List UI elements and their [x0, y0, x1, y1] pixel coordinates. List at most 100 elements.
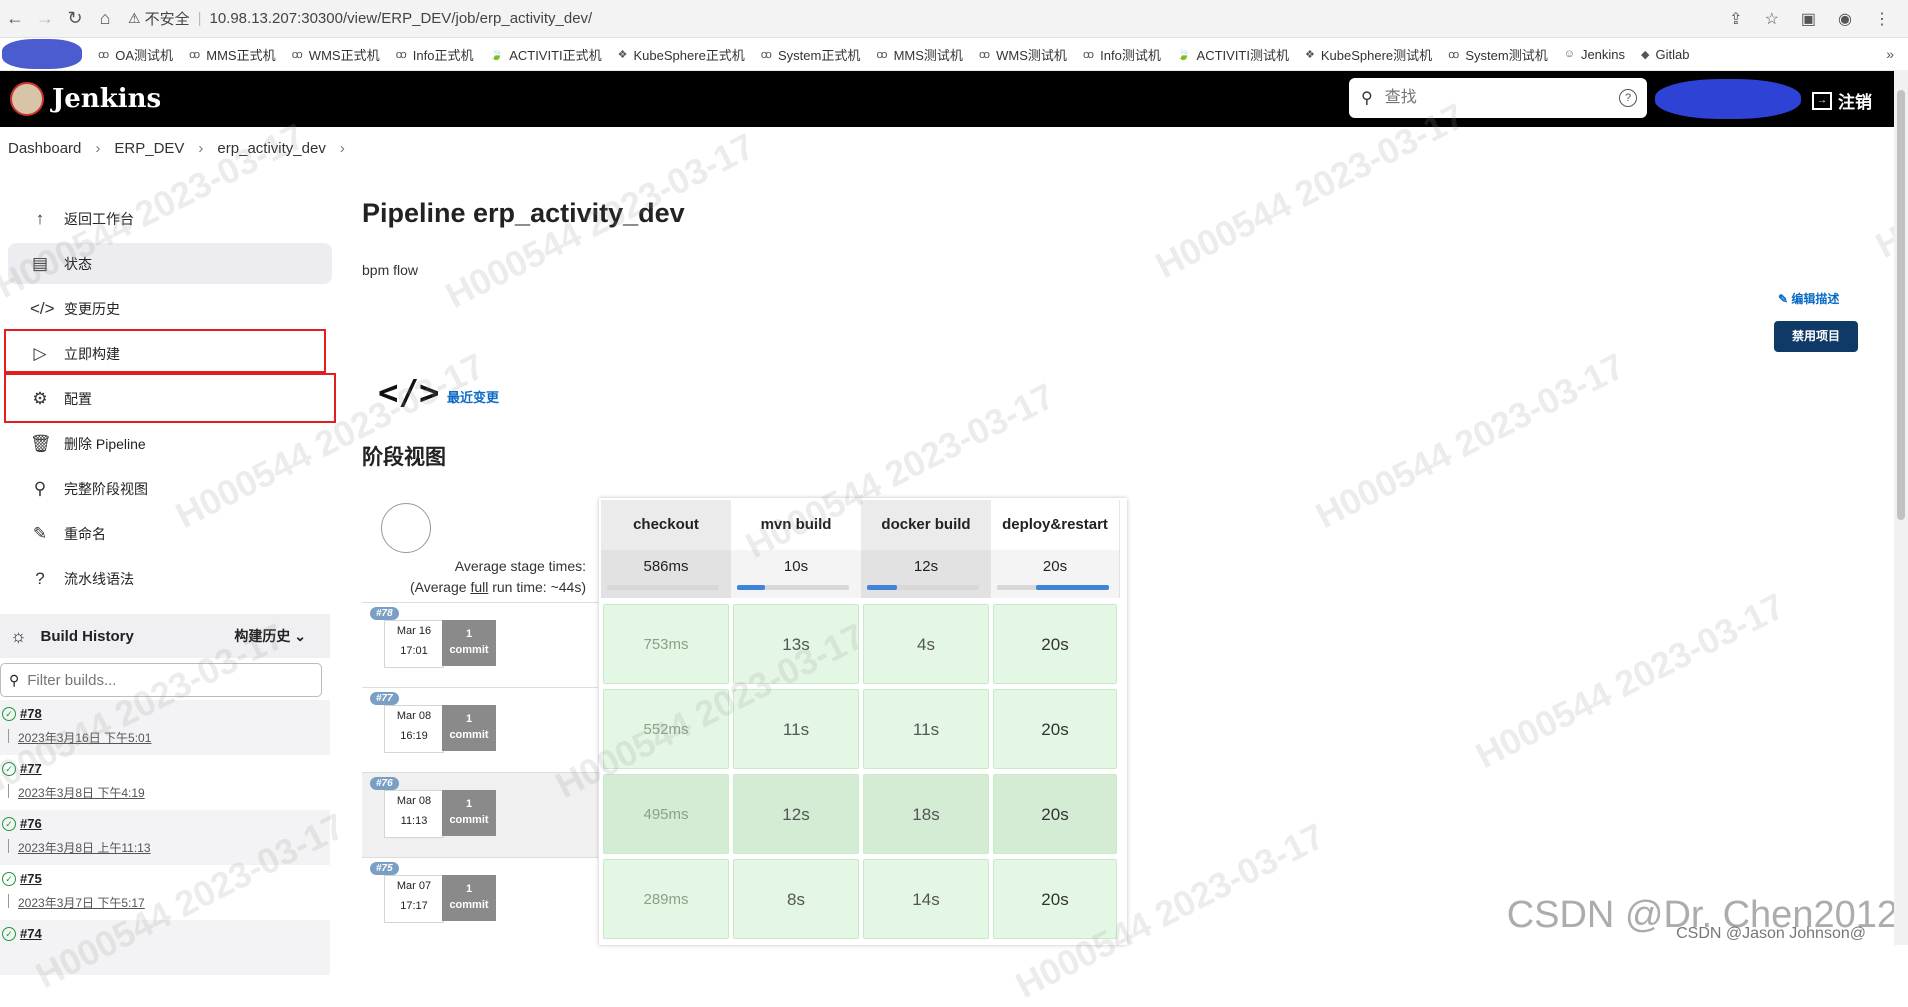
bookmark-icon: ❖: [617, 48, 628, 61]
bookmark-item[interactable]: ❖ KubeSphere正式机: [618, 45, 745, 64]
bookmark-label: ACTIVITI测试机: [1196, 47, 1289, 63]
sidebar-item-pipeline-syntax[interactable]: ? 流水线语法: [8, 558, 332, 599]
bookmark-label: Info测试机: [1100, 47, 1161, 63]
build-number-link[interactable]: #76: [20, 816, 42, 831]
filter-builds[interactable]: ⚲: [0, 663, 322, 697]
build-number-link[interactable]: #78: [20, 706, 42, 721]
filter-builds-input[interactable]: [25, 670, 310, 690]
build-history-row[interactable]: ✓ #74: [0, 920, 330, 975]
bookmark-icon: ꝏ: [760, 48, 773, 61]
build-badge[interactable]: #75: [370, 862, 399, 875]
commit-count-badge[interactable]: 1 commit: [442, 790, 496, 836]
profile-icon[interactable]: ◉: [1838, 9, 1852, 29]
scrollbar[interactable]: [1894, 70, 1908, 945]
disable-project-button[interactable]: 禁用项目: [1774, 321, 1858, 352]
build-date-link[interactable]: 2023年3月8日 上午11:13: [18, 839, 151, 856]
back-icon[interactable]: ←: [0, 8, 30, 29]
sidebar-item-status[interactable]: ▤ 状态: [8, 243, 332, 284]
bookmark-item[interactable]: ꝏ Info测试机: [1083, 45, 1161, 64]
build-history-row[interactable]: ✓ #75 2023年3月7日 下午5:17: [0, 865, 330, 920]
bookmark-item[interactable]: 🍃 ACTIVITI测试机: [1177, 45, 1289, 64]
build-number-link[interactable]: #77: [20, 761, 42, 776]
page-title: Pipeline erp_activity_dev: [362, 198, 685, 228]
bookmark-item[interactable]: ꝏ OA测试机: [98, 45, 173, 64]
search-box[interactable]: ⚲ ?: [1349, 78, 1647, 118]
sidebar-item-full-stage-view[interactable]: ⚲ 完整阶段视图: [8, 468, 332, 509]
bookmark-icon: 🍃: [489, 48, 504, 61]
menu-icon[interactable]: ⋮: [1874, 9, 1890, 29]
build-history-row[interactable]: ✓ #76 2023年3月8日 上午11:13: [0, 810, 330, 865]
recent-changes-link[interactable]: 最近变更: [447, 387, 499, 406]
bookmark-icon: ꝏ: [978, 48, 991, 61]
stage-run-row[interactable]: #75 Mar 07 17:17 1 commit: [362, 857, 598, 942]
full-run-link[interactable]: full: [470, 579, 488, 595]
bookmark-item[interactable]: 🍃 ACTIVITI正式机: [489, 45, 601, 64]
bookmark-star-icon[interactable]: ☆: [1765, 9, 1779, 29]
bookmark-item[interactable]: ◆ Gitlab: [1641, 47, 1689, 62]
share-icon[interactable]: ⇪: [1729, 9, 1742, 29]
build-badge[interactable]: #77: [370, 692, 399, 705]
bookmark-item[interactable]: ꝏ WMS正式机: [292, 45, 380, 64]
stage-run-row[interactable]: #76 Mar 08 11:13 1 commit: [362, 772, 598, 857]
build-history-row[interactable]: ✓ #78 2023年3月16日 下午5:01: [0, 700, 330, 755]
build-history-row[interactable]: ✓ #77 2023年3月8日 下午4:19: [0, 755, 330, 810]
address-bar[interactable]: ⚠ 不安全 | 10.98.13.207:30300/view/ERP_DEV/…: [128, 8, 592, 29]
success-icon: ✓: [2, 817, 16, 831]
bookmark-icon: ꝏ: [291, 48, 303, 61]
build-badge[interactable]: #76: [370, 777, 399, 790]
sidebar-item-changes[interactable]: </> 变更历史: [8, 288, 332, 329]
sidebar-item-label: 完整阶段视图: [64, 480, 148, 497]
breadcrumb-dashboard[interactable]: Dashboard: [8, 140, 81, 157]
chevron-right-icon[interactable]: ›: [340, 140, 345, 157]
bookmark-label: WMS正式机: [308, 47, 380, 63]
bookmark-item[interactable]: ꝏ System正式机: [761, 45, 861, 64]
commit-count-badge[interactable]: 1 commit: [442, 705, 496, 751]
build-number-link[interactable]: #74: [20, 926, 42, 941]
reload-icon[interactable]: ↻: [60, 8, 90, 29]
url-text[interactable]: 10.98.13.207:30300/view/ERP_DEV/job/erp_…: [209, 10, 592, 27]
sidepanel-icon[interactable]: ▣: [1801, 9, 1816, 29]
search-input[interactable]: [1382, 88, 1607, 108]
build-date-link[interactable]: 2023年3月8日 下午4:19: [18, 784, 145, 801]
build-badge[interactable]: #78: [370, 607, 399, 620]
breadcrumb-job[interactable]: erp_activity_dev: [217, 140, 325, 157]
logout-button[interactable]: → 注销: [1812, 88, 1872, 113]
bookmark-item[interactable]: ꝏ MMS正式机: [189, 45, 276, 64]
commit-count-badge[interactable]: 1 commit: [442, 875, 496, 921]
bookmark-item[interactable]: ❖ KubeSphere测试机: [1305, 45, 1432, 64]
home-icon[interactable]: ⌂: [90, 8, 120, 29]
bookmark-item[interactable]: ꝏ MMS测试机: [876, 45, 963, 64]
redacted-user[interactable]: [1655, 79, 1801, 119]
build-history-title: Build History: [40, 627, 134, 645]
help-icon[interactable]: ?: [1619, 89, 1637, 107]
bookmark-item[interactable]: ꝏ Info正式机: [396, 45, 474, 64]
forward-icon[interactable]: →: [30, 8, 60, 29]
edit-description-link[interactable]: ✎ 编辑描述: [1778, 290, 1839, 307]
bookmark-label: WMS测试机: [996, 47, 1067, 63]
build-trend-link[interactable]: 构建历史 ⌄: [234, 626, 306, 646]
build-number-link[interactable]: #75: [20, 871, 42, 886]
build-date-link[interactable]: 2023年3月7日 下午5:17: [18, 894, 145, 911]
bookmark-label: OA测试机: [115, 47, 174, 63]
brand-title[interactable]: Jenkins: [52, 84, 161, 114]
redacted-bookmark[interactable]: [2, 39, 82, 69]
scrollbar-thumb[interactable]: [1897, 90, 1905, 520]
watermark-text: H000544 2023-03-17: [1469, 585, 1791, 777]
stage-run-row[interactable]: #78 Mar 16 17:01 1 commit: [362, 602, 598, 687]
changes-icon: </>: [30, 298, 55, 318]
build-status-circle: [381, 503, 431, 553]
bookmark-item[interactable]: ☺ Jenkins: [1564, 47, 1625, 62]
sidebar-item-rename[interactable]: ✎ 重命名: [8, 513, 332, 554]
highlight-box-build-now: [4, 329, 326, 373]
sidebar-item-back-to-dashboard[interactable]: ↑ 返回工作台: [8, 198, 332, 239]
sidebar-item-delete-pipeline[interactable]: 🗑 删除 Pipeline: [8, 423, 332, 464]
jenkins-logo-icon[interactable]: [10, 82, 44, 116]
bookmarks-overflow-icon[interactable]: »: [1886, 46, 1894, 62]
highlight-box-configure: [4, 373, 336, 423]
commit-count-badge[interactable]: 1 commit: [442, 620, 496, 666]
stage-run-row[interactable]: #77 Mar 08 16:19 1 commit: [362, 687, 598, 772]
bookmark-item[interactable]: ꝏ System测试机: [1448, 45, 1548, 64]
build-date-link[interactable]: 2023年3月16日 下午5:01: [18, 729, 151, 746]
bookmark-item[interactable]: ꝏ WMS测试机: [979, 45, 1067, 64]
breadcrumb-folder[interactable]: ERP_DEV: [114, 140, 184, 157]
